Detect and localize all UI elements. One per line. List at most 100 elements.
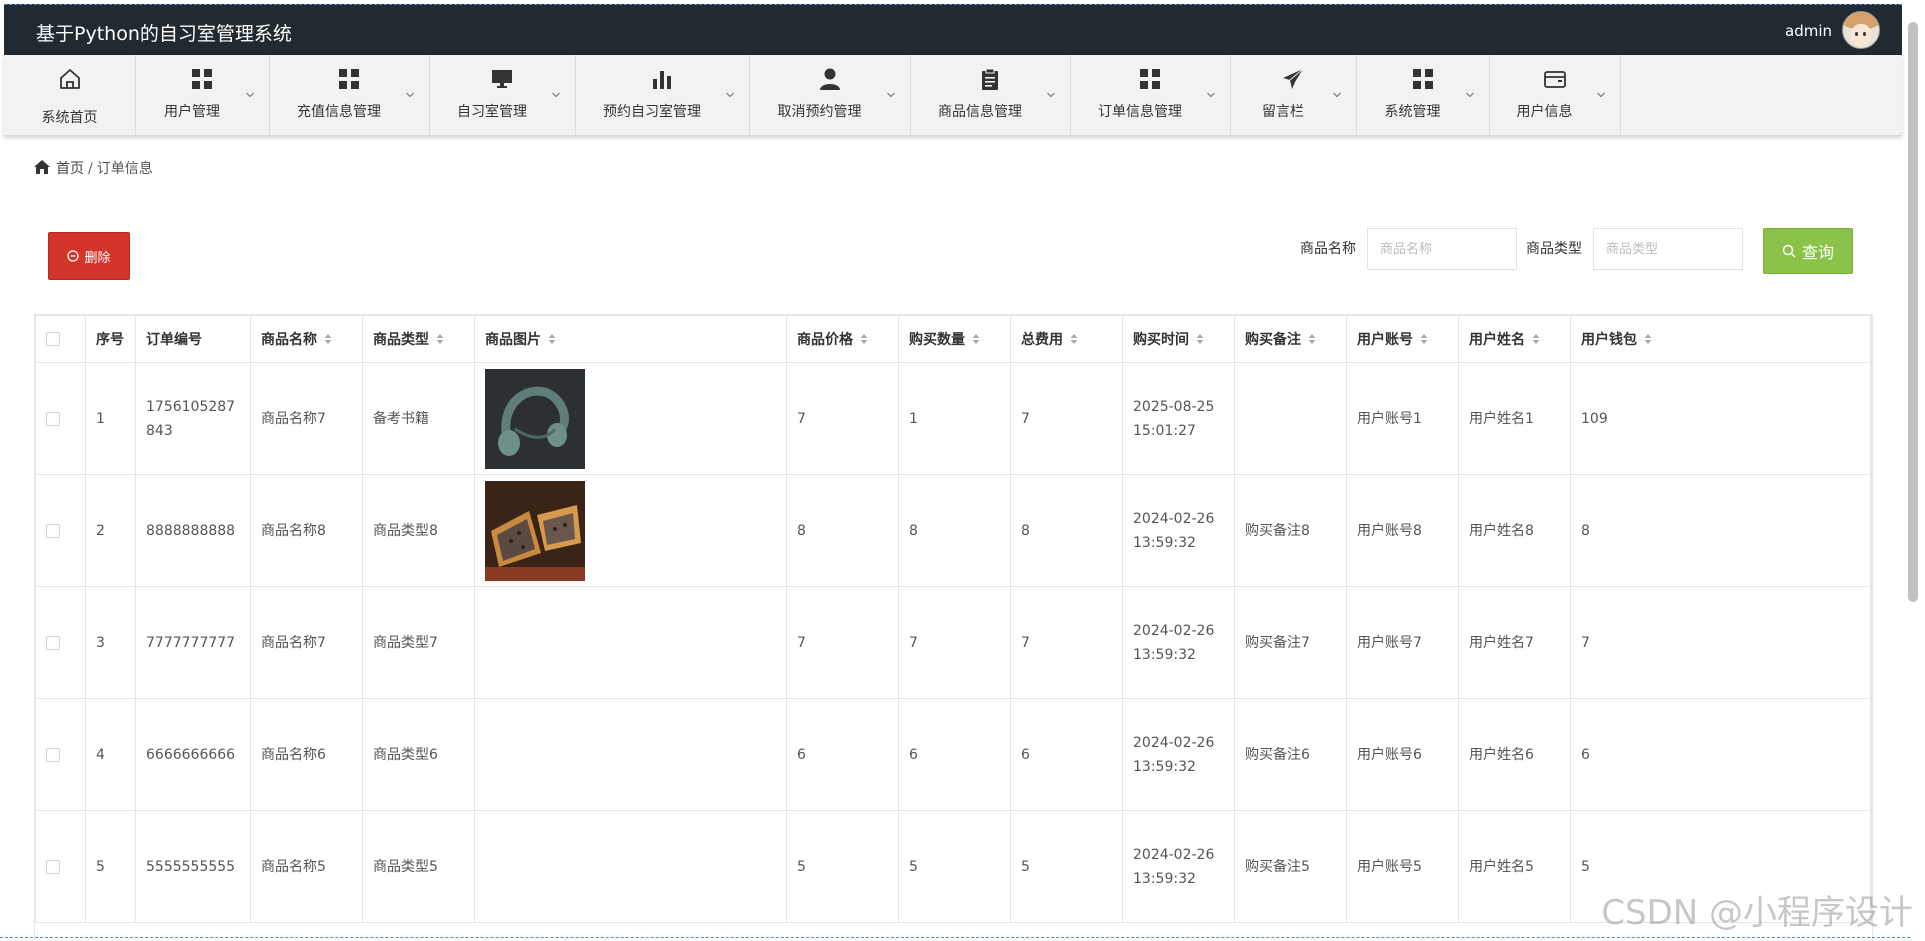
sort-icon[interactable]: [972, 333, 980, 345]
cell-note: 购买备注6: [1234, 698, 1347, 811]
cell-username: 用户姓名5: [1458, 810, 1571, 923]
nav-item-2[interactable]: 充值信息管理: [269, 55, 430, 135]
column-header-label: 购买备注: [1245, 332, 1301, 348]
row-checkbox[interactable]: [46, 635, 60, 650]
column-header-label: 总费用: [1021, 332, 1063, 348]
cell-name: 商品名称7: [250, 362, 363, 475]
cell-actions: 查看修改删除: [1870, 362, 1872, 475]
query-button[interactable]: 查询: [1763, 228, 1853, 274]
scrollbar[interactable]: [1908, 22, 1918, 602]
sort-icon[interactable]: [1644, 333, 1652, 345]
nav-item-9[interactable]: 系统管理: [1356, 55, 1490, 135]
nav-item-10[interactable]: 用户信息: [1489, 55, 1621, 135]
cell-type: 商品类型7: [362, 586, 475, 699]
nav-item-label: 留言栏: [1262, 104, 1304, 120]
column-header[interactable]: 商品图片: [474, 315, 787, 363]
nav-item-4[interactable]: 预约自习室管理: [575, 55, 750, 135]
watermark: CSDN @小程序设计: [1601, 893, 1913, 933]
batch-delete-button[interactable]: 删除: [48, 232, 130, 280]
nav-item-1[interactable]: 用户管理: [135, 55, 270, 135]
column-header: 序号: [85, 315, 136, 363]
cell-note: 购买备注8: [1234, 474, 1347, 587]
nav-item-6[interactable]: 商品信息管理: [910, 55, 1071, 135]
row-checkbox[interactable]: [46, 747, 60, 762]
cell-price: 5: [786, 810, 899, 923]
cell-account: 用户账号1: [1346, 362, 1459, 475]
row-checkbox[interactable]: [46, 859, 60, 874]
table-row: 5 5555555555 商品名称5 商品类型5 5 5 5 2024-02-26 13:59…: [35, 810, 1872, 923]
sort-icon[interactable]: [1196, 333, 1204, 345]
table-header-row: 序号 订单编号 商品名称 商品类型 商品图片 商品价格 购买数量 总费用 购买时间 购买备注 用户账…: [35, 315, 1872, 363]
column-header[interactable]: 用户姓名: [1458, 315, 1571, 363]
breadcrumb-current: 订单信息: [96, 161, 153, 177]
sort-icon[interactable]: [1420, 333, 1428, 345]
order-table: 序号 订单编号 商品名称 商品类型 商品图片 商品价格 购买数量 总费用 购买时间 购买备注 用户账…: [34, 314, 1873, 941]
breadcrumb-home[interactable]: 首页: [56, 161, 84, 177]
column-header[interactable]: 购买数量: [898, 315, 1011, 363]
column-header: 订单编号: [135, 315, 251, 363]
column-header[interactable]: 商品类型: [362, 315, 475, 363]
column-header[interactable]: 用户账号: [1346, 315, 1459, 363]
column-header: 操作: [1870, 315, 1872, 363]
cell-name: 商品名称5: [250, 810, 363, 923]
row-select-cell: [35, 698, 86, 811]
column-header[interactable]: 商品名称: [250, 315, 363, 363]
cell-order_no: 7777777777: [135, 586, 251, 699]
avatar[interactable]: [1842, 11, 1880, 49]
table-row: 2 8888888888 商品名称8 商品类型8 8 8 8 2024-02-26 13:59…: [35, 474, 1872, 587]
cell-qty: 5: [898, 810, 1011, 923]
product-image: [485, 368, 585, 469]
column-header[interactable]: 购买时间: [1122, 315, 1235, 363]
sort-icon[interactable]: [1532, 333, 1540, 345]
nav-item-7[interactable]: 订单信息管理: [1070, 55, 1231, 135]
cell-name: 商品名称6: [250, 698, 363, 811]
cell-index: 1: [85, 362, 136, 475]
cell-price: 8: [786, 474, 899, 587]
cell-actions: 查看修改删除: [1870, 474, 1872, 587]
column-header[interactable]: 商品价格: [786, 315, 899, 363]
batch-delete-label: 删除: [84, 250, 111, 266]
column-header-label: 商品图片: [485, 332, 541, 348]
cell-account: 用户账号7: [1346, 586, 1459, 699]
cell-note: [1234, 362, 1347, 475]
sort-icon[interactable]: [324, 333, 332, 345]
cell-time: 2024-02-26 13:59:32: [1122, 698, 1235, 811]
cell-price: 6: [786, 698, 899, 811]
chevron-down-icon: [725, 85, 735, 98]
column-header-label: 购买数量: [909, 332, 965, 348]
sort-icon[interactable]: [860, 333, 868, 345]
column-header[interactable]: 用户钱包: [1570, 315, 1871, 363]
column-header-label: 商品类型: [373, 332, 429, 348]
cell-total: 5: [1010, 810, 1123, 923]
chevron-down-icon: [245, 85, 255, 98]
column-header-label: 用户姓名: [1469, 332, 1525, 348]
row-checkbox[interactable]: [46, 411, 60, 426]
sort-icon[interactable]: [1308, 333, 1316, 345]
row-checkbox[interactable]: [46, 523, 60, 538]
sort-icon[interactable]: [436, 333, 444, 345]
cell-account: 用户账号8: [1346, 474, 1459, 587]
sort-icon[interactable]: [548, 333, 556, 345]
nav-item-5[interactable]: 取消预约管理: [749, 55, 911, 135]
nav-item-8[interactable]: 留言栏: [1230, 55, 1357, 135]
cell-time: 2024-02-26 13:59:32: [1122, 810, 1235, 923]
product-type-input[interactable]: [1593, 228, 1743, 270]
cell-account: 用户账号6: [1346, 698, 1459, 811]
select-all-checkbox[interactable]: [46, 332, 60, 346]
product-name-input[interactable]: [1367, 228, 1517, 270]
nav-item-3[interactable]: 自习室管理: [429, 55, 576, 135]
cell-wallet: 109: [1570, 362, 1871, 475]
user-name[interactable]: admin: [1785, 22, 1832, 40]
cell-name: 商品名称7: [250, 586, 363, 699]
header-select-all[interactable]: [35, 315, 86, 363]
nav-item-0[interactable]: 系统首页: [4, 55, 136, 135]
cell-index: 5: [85, 810, 136, 923]
cell-type: 商品类型5: [362, 810, 475, 923]
nav-item-label: 充值信息管理: [297, 104, 381, 120]
chevron-down-icon: [1206, 85, 1216, 98]
column-header[interactable]: 购买备注: [1234, 315, 1347, 363]
cell-total: 7: [1010, 586, 1123, 699]
cell-time: 2024-02-26 13:59:32: [1122, 474, 1235, 587]
sort-icon[interactable]: [1070, 333, 1078, 345]
column-header[interactable]: 总费用: [1010, 315, 1123, 363]
